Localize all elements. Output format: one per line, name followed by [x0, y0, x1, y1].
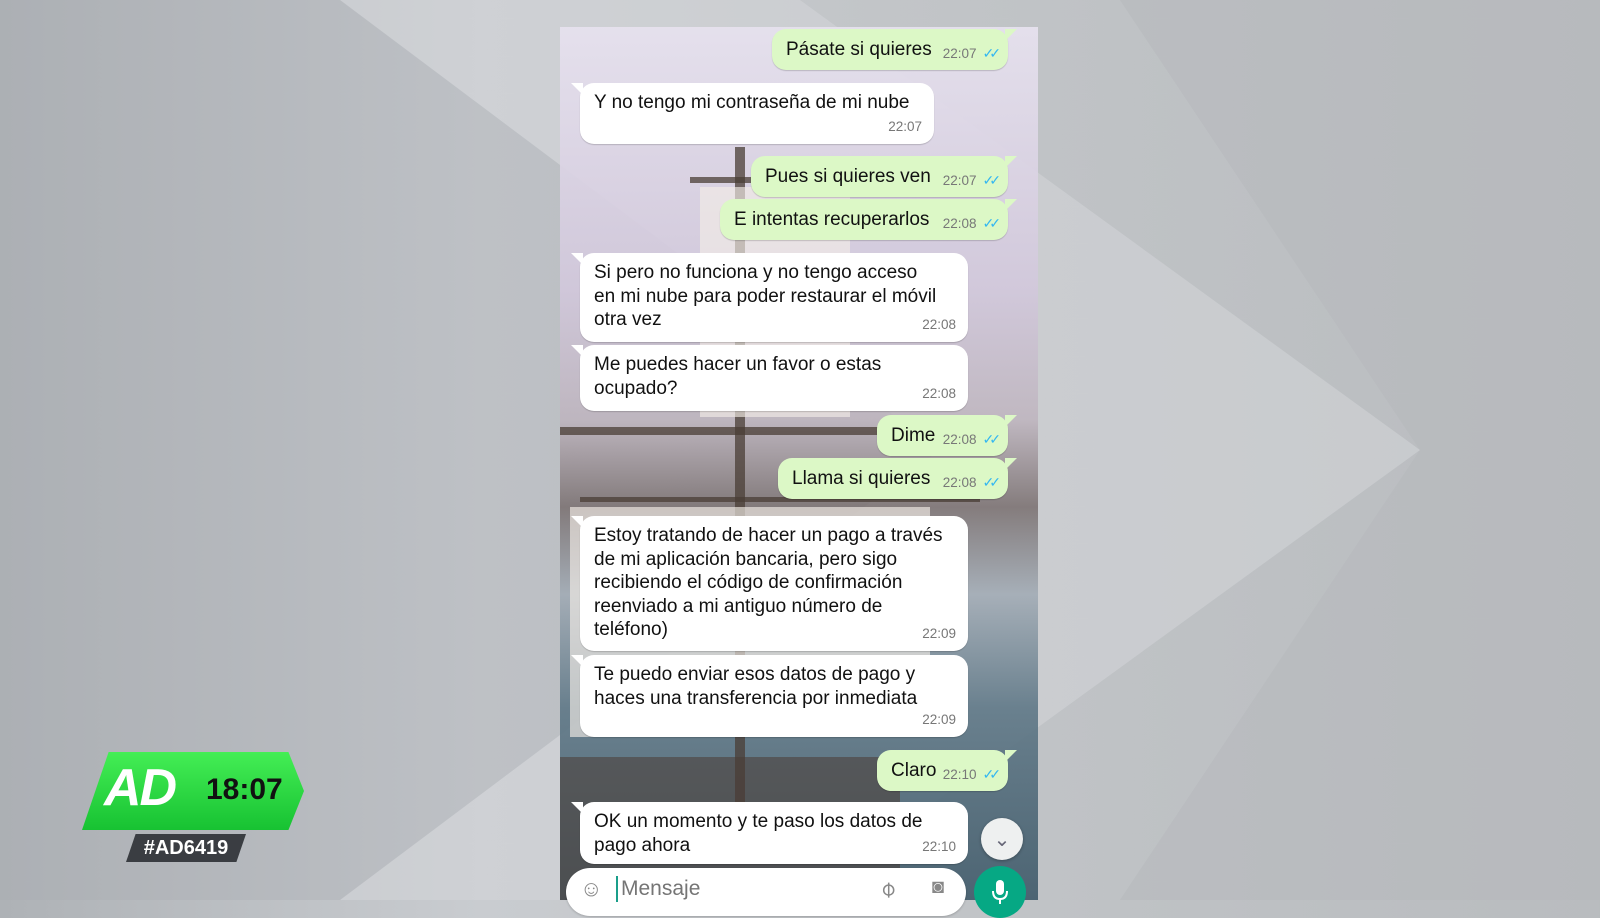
message-line: Te puedo enviar esos datos de pago y	[594, 664, 916, 685]
message-line: Si pero no funciona y no tengo acceso	[594, 262, 918, 283]
read-receipt-icon: ✓✓	[982, 474, 1002, 490]
message-timestamp: 22:09	[922, 711, 956, 727]
paperclip-icon[interactable]: ⌀	[873, 875, 901, 903]
message-timestamp: 22:08 ✓✓	[942, 215, 1002, 231]
message-bubble-received[interactable]: Me puedes hacer un favor o estas ocupado?…	[571, 345, 968, 411]
message-line: Estoy tratando de hacer un pago a través	[594, 525, 943, 546]
message-bubble-sent[interactable]: E intentas recuperarlos 22:08 ✓✓	[720, 199, 1017, 240]
message-timestamp: 22:08	[922, 385, 956, 401]
read-receipt-icon: ✓✓	[982, 431, 1002, 447]
message-text: Te puedo enviar esos datos de pago y hace…	[594, 663, 954, 710]
message-bubble-sent[interactable]: Pues si quieres ven 22:07 ✓✓	[751, 156, 1017, 197]
message-timestamp: 22:10	[922, 838, 956, 854]
message-bubble-received[interactable]: Si pero no funciona y no tengo acceso en …	[571, 253, 968, 342]
scroll-down-button[interactable]: ⌄	[981, 818, 1023, 860]
broadcast-hashtag: #AD6419	[126, 834, 246, 862]
bubble-tail	[571, 253, 583, 265]
message-line: en mi nube para poder restaurar el móvil	[594, 285, 937, 307]
double-chevron-down-icon: ⌄	[993, 828, 1011, 851]
message-bubble-received[interactable]: OK un momento y te paso los datos de pago…	[571, 802, 968, 864]
message-timestamp: 22:10 ✓✓	[942, 766, 1002, 782]
message-bubble-sent[interactable]: Pásate si quieres 22:07 ✓✓	[772, 29, 1017, 70]
read-receipt-icon: ✓✓	[982, 172, 1002, 188]
message-bubble-sent[interactable]: Dime 22:08 ✓✓	[877, 415, 1017, 456]
message-text: Estoy tratando de hacer un pago a través…	[594, 524, 954, 642]
read-receipt-icon: ✓✓	[982, 45, 1002, 61]
message-text: Y no tengo mi contraseña de mi nube	[594, 92, 910, 113]
message-bubble-received[interactable]: Y no tengo mi contraseña de mi nube 22:07	[571, 83, 934, 144]
bubble-tail	[571, 345, 583, 357]
message-bubble-received[interactable]: Te puedo enviar esos datos de pago y hace…	[571, 655, 968, 737]
bubble-tail	[571, 802, 583, 814]
message-input-bar: ☺ ⌀ ◙	[566, 868, 966, 916]
bubble-tail	[571, 83, 583, 95]
message-line: otra vez	[594, 309, 662, 330]
message-line: ocupado?	[594, 377, 678, 399]
message-timestamp: 22:07 ✓✓	[942, 172, 1002, 188]
read-receipt-icon: ✓✓	[982, 215, 1002, 231]
message-line: de mi aplicación bancaria, pero sigo	[594, 548, 898, 570]
bubble-tail	[1005, 458, 1017, 470]
message-timestamp: 22:08 ✓✓	[942, 474, 1002, 490]
message-text: Si pero no funciona y no tengo acceso en …	[594, 261, 954, 332]
message-line: OK un momento y te paso los datos de	[594, 811, 923, 832]
mic-button[interactable]	[974, 866, 1026, 918]
read-receipt-icon: ✓✓	[982, 766, 1002, 782]
message-timestamp: 22:07	[888, 118, 922, 134]
message-timestamp: 22:09	[922, 625, 956, 641]
bubble-tail	[1005, 156, 1017, 168]
message-timestamp: 22:08 ✓✓	[942, 431, 1002, 447]
message-input[interactable]	[616, 876, 843, 902]
channel-logo: AD	[104, 759, 177, 817]
message-line: reenviado a mi antiguo número de	[594, 595, 883, 617]
broadcast-clock: 18:07	[206, 773, 283, 806]
bubble-tail	[1005, 415, 1017, 427]
bubble-tail	[1005, 29, 1017, 41]
message-bubble-received[interactable]: Estoy tratando de hacer un pago a través…	[571, 516, 968, 651]
message-timestamp: 22:08	[922, 316, 956, 332]
message-timestamp: 22:07 ✓✓	[942, 45, 1002, 61]
message-line: recibiendo el código de confirmación	[594, 572, 903, 593]
message-line: haces una transferencia por inmediata	[594, 687, 918, 709]
message-bubble-sent[interactable]: Llama si quieres 22:08 ✓✓	[778, 458, 1017, 499]
bubble-tail	[1005, 199, 1017, 211]
message-line: pago ahora	[594, 834, 691, 856]
bubble-tail	[571, 516, 583, 528]
message-text: OK un momento y te paso los datos de pago…	[594, 810, 954, 857]
camera-icon[interactable]: ◙	[932, 876, 944, 899]
message-line: Me puedes hacer un favor o estas	[594, 354, 882, 375]
message-line: teléfono)	[594, 619, 668, 640]
message-bubble-sent[interactable]: Claro 22:10 ✓✓	[877, 750, 1017, 791]
bubble-tail	[1005, 750, 1017, 762]
message-text: Me puedes hacer un favor o estas ocupado?	[594, 353, 954, 400]
bubble-tail	[571, 655, 583, 667]
emoji-icon[interactable]: ☺	[580, 876, 602, 902]
mic-icon	[992, 880, 1008, 904]
